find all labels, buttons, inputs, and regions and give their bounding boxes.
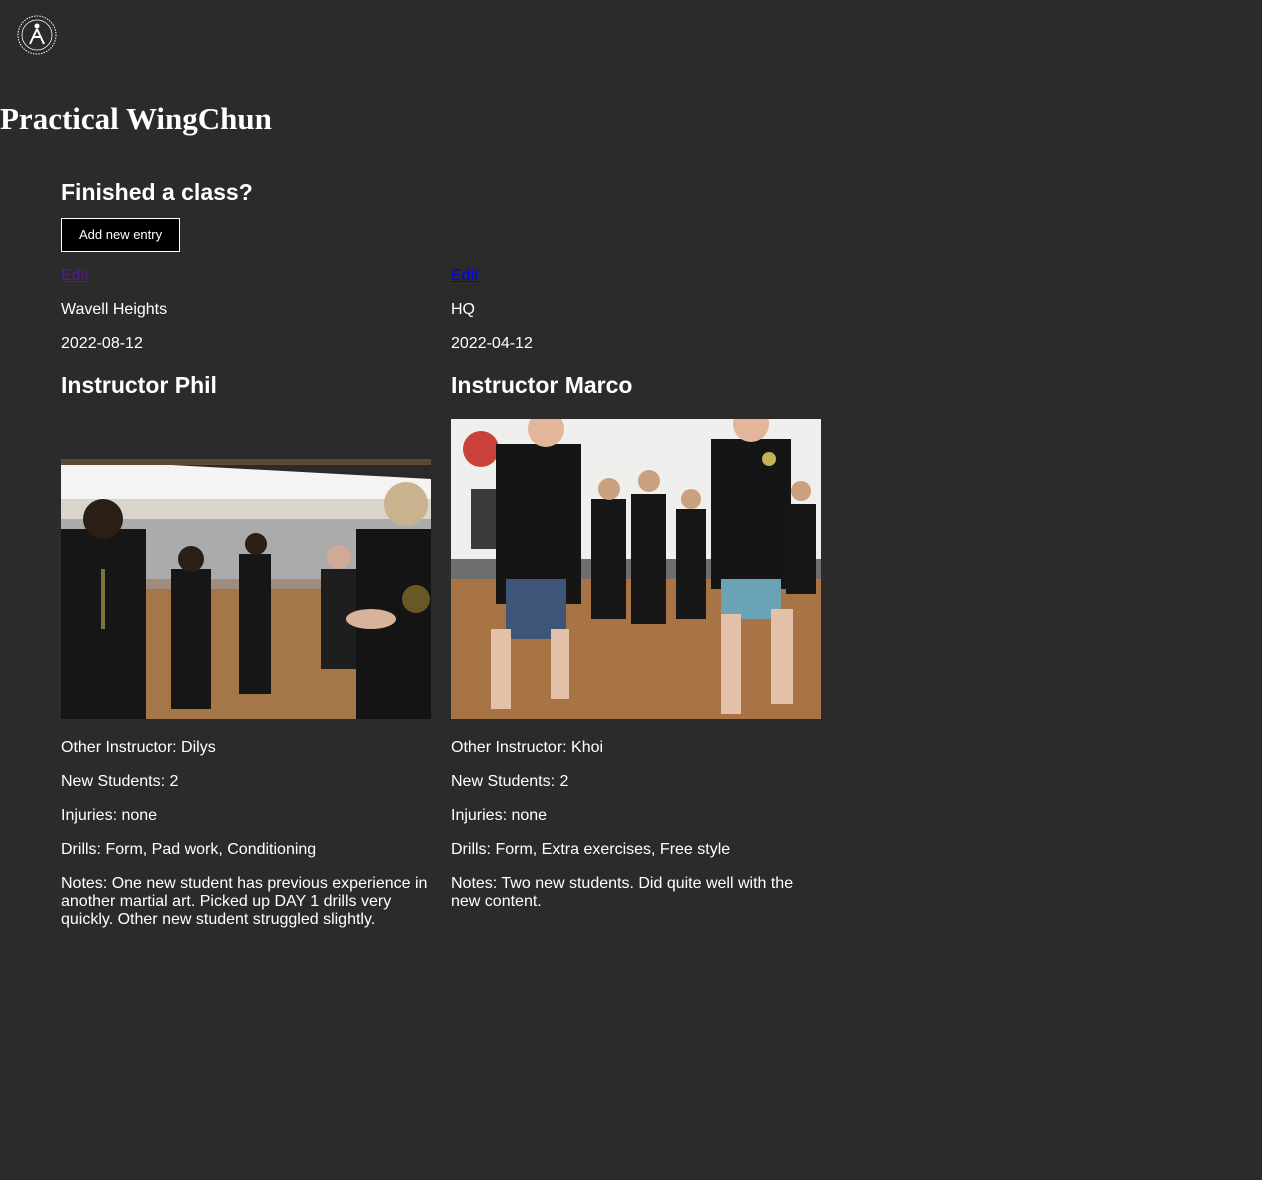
entry-injuries: Injuries: none xyxy=(451,807,548,824)
entry-new-students: New Students: 2 xyxy=(451,773,569,790)
wingchun-logo-icon[interactable] xyxy=(16,14,58,56)
entry-instructor: Instructor Marco xyxy=(451,372,633,398)
finished-class-heading: Finished a class? xyxy=(61,179,253,205)
site-title: Practical WingChun xyxy=(0,101,272,136)
class-photo xyxy=(61,419,431,719)
main-content: Finished a class? Add new entry Edit Wav… xyxy=(61,176,841,928)
entry-injuries: Injuries: none xyxy=(61,807,158,824)
edit-link[interactable]: Edit xyxy=(451,267,821,285)
entry-notes: Notes: One new student has previous expe… xyxy=(61,875,428,928)
entry-location: Wavell Heights xyxy=(61,301,168,318)
entry-other-instructor: Other Instructor: Dilys xyxy=(61,739,216,756)
entry-other-instructor: Other Instructor: Khoi xyxy=(451,739,604,756)
add-new-entry-button[interactable]: Add new entry xyxy=(61,218,181,252)
entry-new-students: New Students: 2 xyxy=(61,773,179,790)
entry-drills: Drills: Form, Extra exercises, Free styl… xyxy=(451,841,731,858)
entry-list: Edit Wavell Heights 2022-08-12 Instructo… xyxy=(61,266,821,929)
entry-location: HQ xyxy=(451,301,475,318)
entry-date: 2022-04-12 xyxy=(451,335,533,352)
entry-notes: Notes: Two new students. Did quite well … xyxy=(451,875,794,910)
entry-card: Edit Wavell Heights 2022-08-12 Instructo… xyxy=(61,266,431,929)
entry-instructor: Instructor Phil xyxy=(61,372,217,398)
entry-date: 2022-08-12 xyxy=(61,335,143,352)
edit-link[interactable]: Edit xyxy=(61,267,431,285)
entry-card: Edit HQ 2022-04-12 Instructor Marco Othe… xyxy=(451,266,821,929)
entry-drills: Drills: Form, Pad work, Conditioning xyxy=(61,841,317,858)
class-photo xyxy=(451,419,821,719)
